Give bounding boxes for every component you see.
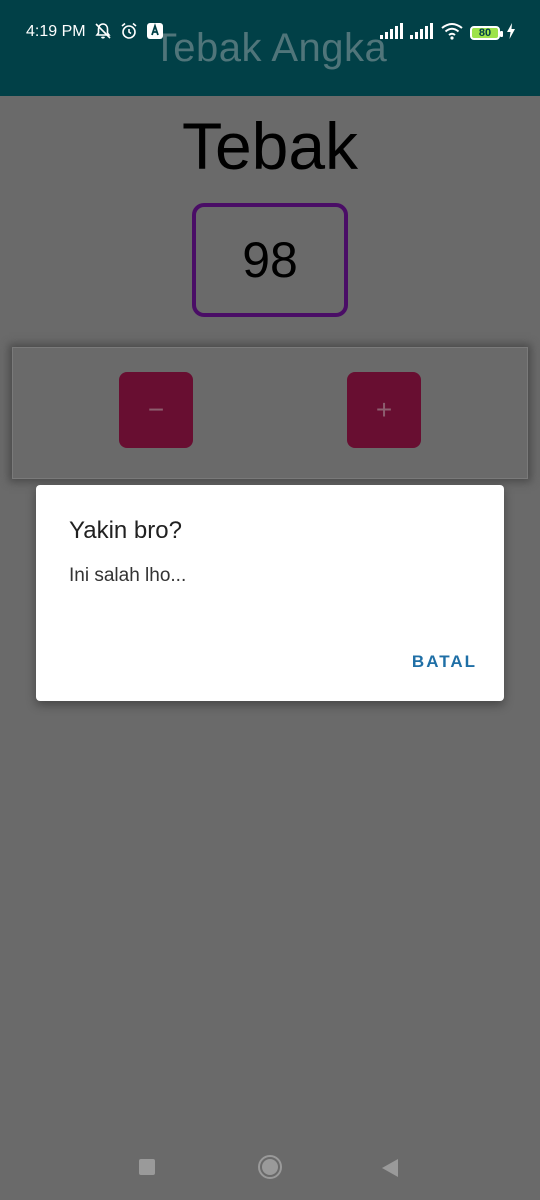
status-bar: 4:19 PM 80	[0, 0, 540, 66]
confirm-dialog: Yakin bro? Ini salah lho... BATAL	[36, 485, 504, 701]
battery-level: 80	[478, 27, 492, 39]
guess-number-display: 98	[192, 203, 348, 317]
status-time: 4:19 PM	[26, 23, 86, 40]
plus-icon: +	[375, 394, 393, 425]
signal-icon	[380, 22, 404, 44]
navigation-bar	[0, 1135, 540, 1200]
minus-icon: −	[147, 394, 165, 425]
increment-button[interactable]: +	[347, 372, 421, 448]
home-icon-inner	[262, 1159, 278, 1175]
alarm-icon	[119, 21, 139, 46]
dialog-message: Ini salah lho...	[69, 565, 187, 586]
signal-icon	[410, 22, 434, 44]
charging-icon	[506, 22, 516, 44]
cancel-button[interactable]: BATAL	[412, 652, 477, 672]
page-heading: Tebak	[181, 109, 359, 183]
app-notification-icon	[145, 21, 165, 46]
decrement-button[interactable]: −	[119, 372, 193, 448]
status-icons-right: 80	[380, 22, 516, 44]
bell-off-icon	[93, 21, 113, 46]
home-icon[interactable]	[258, 1155, 282, 1179]
wifi-icon	[440, 22, 464, 45]
back-icon[interactable]	[382, 1159, 398, 1177]
status-icons-left	[93, 22, 165, 44]
stepper-panel	[12, 347, 528, 479]
battery-icon: 80	[470, 26, 503, 40]
recents-icon[interactable]	[139, 1159, 155, 1175]
dialog-title: Yakin bro?	[69, 517, 182, 544]
